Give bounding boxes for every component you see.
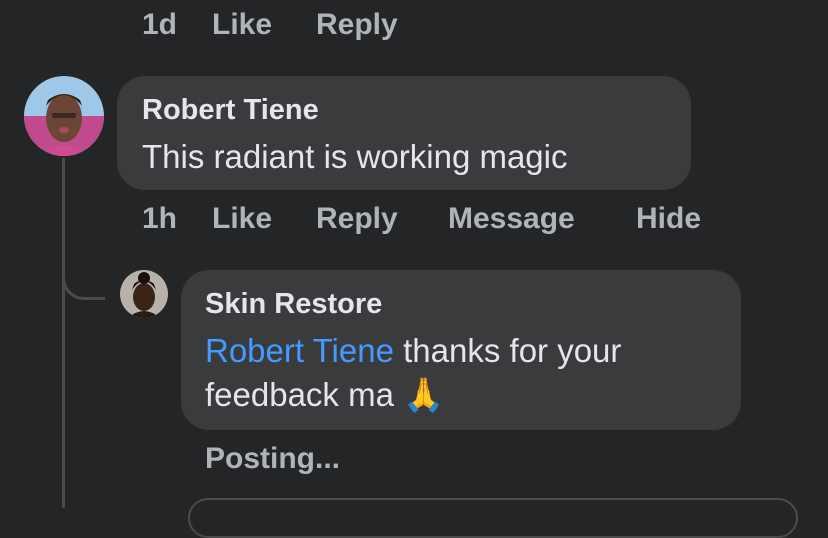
reply-bubble[interactable]: Skin Restore Robert Tiene thanks for you…: [181, 270, 741, 430]
reply-posting-status: Posting...: [205, 442, 340, 475]
reply-composer-input[interactable]: [188, 498, 798, 538]
reply-text-part2: feedback ma: [205, 376, 394, 413]
reply-author[interactable]: Skin Restore: [205, 288, 382, 321]
avatar-robert-tiene[interactable]: [24, 76, 104, 156]
avatar-photo: [120, 270, 168, 318]
comment-reply-button[interactable]: Reply: [316, 202, 398, 236]
reply-text-line2: feedback ma 🙏: [205, 376, 444, 415]
prev-comment-time[interactable]: 1d: [142, 8, 177, 42]
avatar-photo: [24, 76, 104, 156]
comment-like-button[interactable]: Like: [212, 202, 272, 236]
thread-line: [62, 158, 65, 508]
praying-hands-emoji-icon: 🙏: [403, 376, 445, 413]
prev-comment-reply-button[interactable]: Reply: [316, 8, 398, 42]
comment-hide-button[interactable]: Hide: [636, 202, 701, 236]
prev-comment-like-button[interactable]: Like: [212, 8, 272, 42]
thread-connector: [62, 255, 105, 300]
comment-message-button[interactable]: Message: [448, 202, 575, 236]
reply-text-line1: Robert Tiene thanks for your: [205, 332, 621, 370]
prev-comment-actions: 1d Like Reply: [142, 8, 462, 44]
comment-bubble[interactable]: Robert Tiene This radiant is working mag…: [117, 76, 691, 190]
comment-actions: 1h Like Reply Message Hide: [142, 202, 742, 238]
comment-author[interactable]: Robert Tiene: [142, 94, 319, 127]
comment-text: This radiant is working magic: [142, 138, 568, 175]
reply-mention-link[interactable]: Robert Tiene: [205, 332, 394, 369]
avatar-skin-restore[interactable]: [120, 270, 168, 318]
comment-time[interactable]: 1h: [142, 202, 177, 236]
reply-text-part1: thanks for your: [403, 332, 622, 369]
